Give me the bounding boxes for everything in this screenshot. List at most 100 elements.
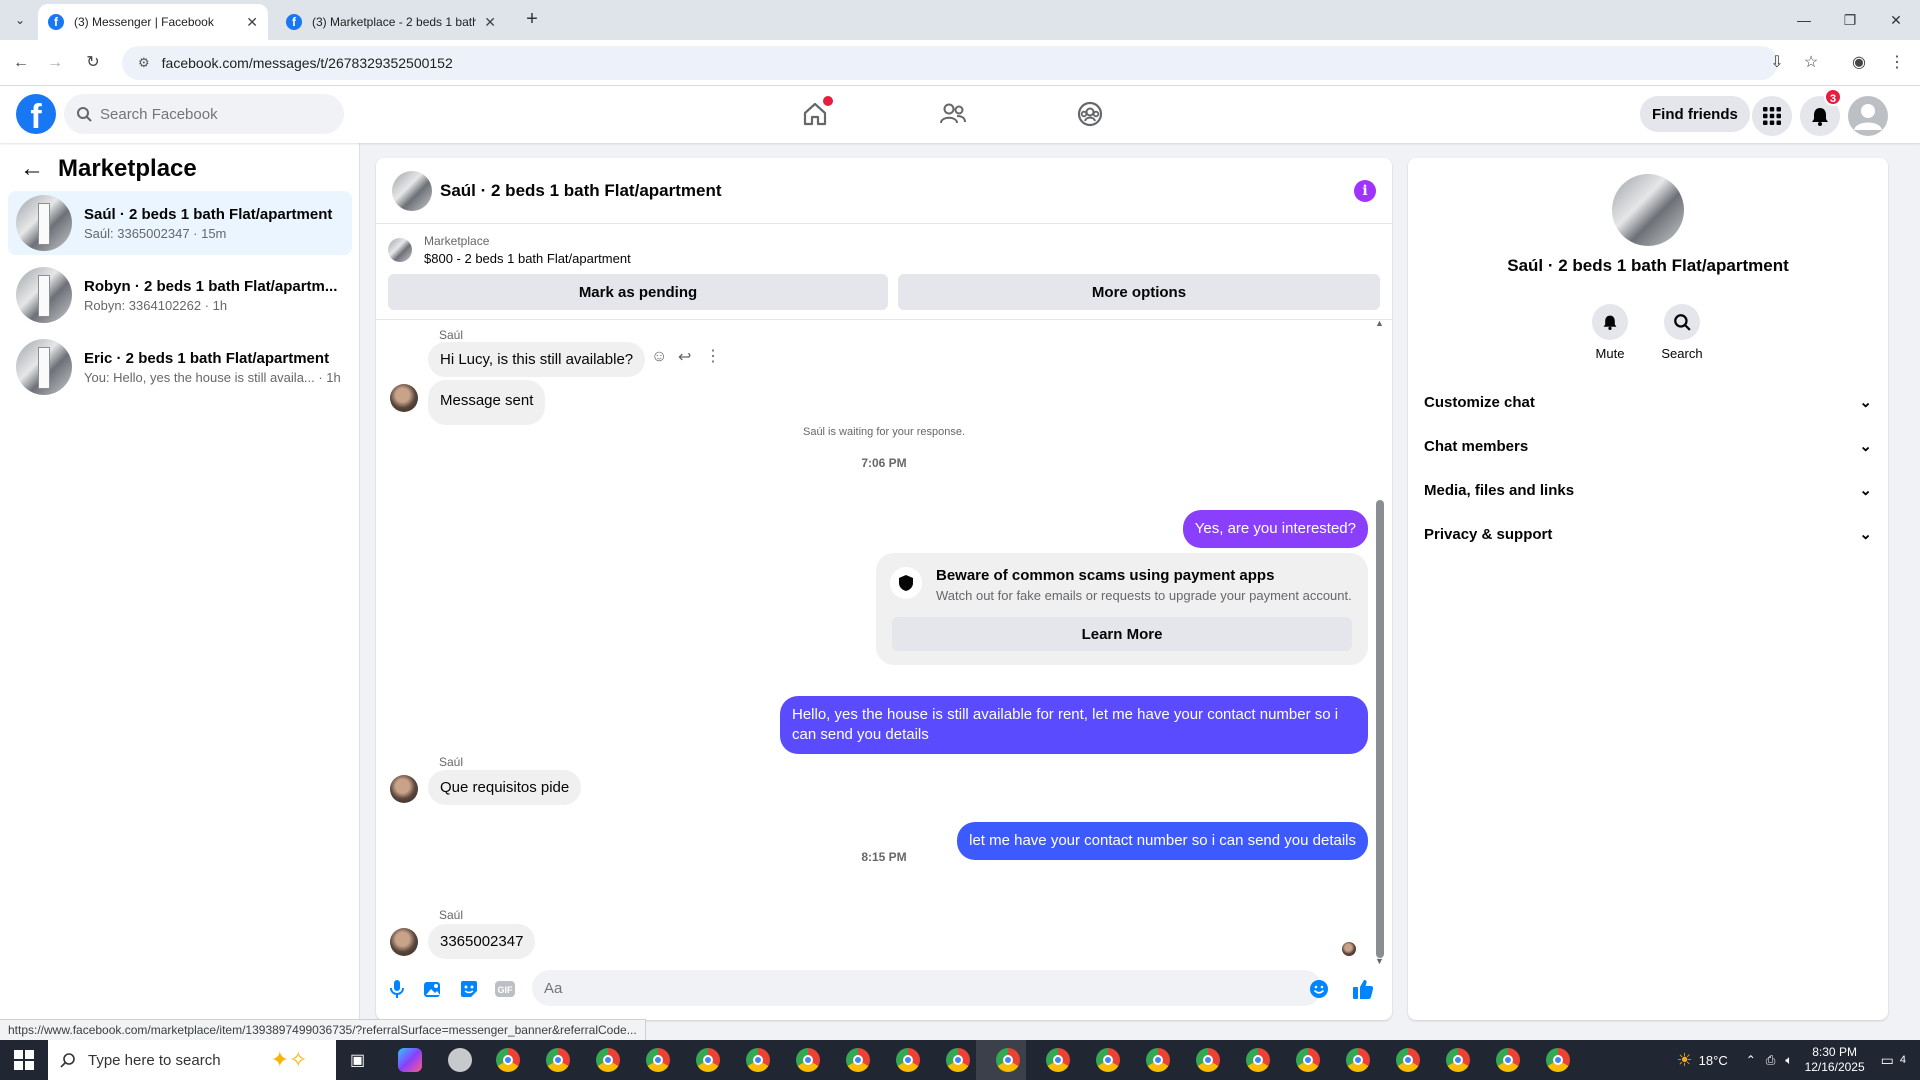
tray-chevron-icon[interactable]: ⌃ [1746,1053,1756,1067]
tab-search-chevron-icon[interactable]: ⌄ [10,10,30,30]
chrome-icon[interactable] [896,1048,920,1072]
chrome-icon[interactable] [596,1048,620,1072]
chrome-icon[interactable] [1396,1048,1420,1072]
new-tab-button[interactable]: + [520,8,544,32]
chrome-icon[interactable] [546,1048,570,1072]
sender-avatar[interactable] [390,775,418,803]
close-tab-icon[interactable]: ✕ [246,14,258,31]
bookmark-star-icon[interactable]: ☆ [1798,50,1824,76]
chrome-icon[interactable] [746,1048,770,1072]
tab-messenger[interactable]: f (3) Messenger | Facebook ✕ [38,4,268,40]
info-icon[interactable]: i [1354,180,1376,202]
scrollbar-thumb[interactable] [1376,500,1384,958]
facebook-search[interactable] [64,94,344,134]
facebook-logo[interactable]: f [16,94,56,136]
reply-icon[interactable]: ↩ [678,347,691,367]
more-options-button[interactable]: More options [898,274,1380,310]
windows-start-icon[interactable] [14,1050,34,1070]
tab-marketplace[interactable]: f (3) Marketplace - 2 beds 1 bath ✕ [276,4,506,40]
friends-nav-button[interactable] [933,94,973,134]
sender-avatar[interactable] [390,384,418,412]
react-icon[interactable]: ☺ [651,348,667,366]
copilot-icon[interactable] [398,1048,422,1072]
more-actions-icon[interactable]: ⋮ [705,346,721,366]
chrome-icon[interactable] [1146,1048,1170,1072]
notifications-button[interactable]: 3 [1800,88,1842,136]
chrome-icon[interactable] [1346,1048,1370,1072]
conversation-item-robyn[interactable]: Robyn · 2 beds 1 bath Flat/apartm... Rob… [8,263,352,327]
listing-value[interactable]: $800 - 2 beds 1 bath Flat/apartment [424,251,631,266]
back-arrow-icon[interactable]: ← [20,155,44,183]
outgoing-message[interactable]: Hello, yes the house is still available … [780,696,1368,754]
groups-nav-button[interactable] [1070,94,1110,134]
like-thumb-icon[interactable] [1352,978,1374,1000]
microphone-icon[interactable] [386,978,408,1000]
gif-icon[interactable]: GIF [494,978,516,1000]
home-nav-button[interactable] [795,94,835,134]
chrome-icon[interactable] [1196,1048,1220,1072]
back-icon[interactable]: ← [8,50,34,76]
chat-title[interactable]: Saúl · 2 beds 1 bath Flat/apartment [440,181,722,201]
section-chat-members[interactable]: Chat members ⌄ [1424,428,1872,464]
section-media-files-links[interactable]: Media, files and links ⌄ [1424,472,1872,508]
network-icon[interactable]: ⎙ [1766,1053,1776,1068]
weather-temp[interactable]: 18°C [1699,1053,1728,1068]
chrome-icon[interactable] [946,1048,970,1072]
menu-button[interactable] [1752,96,1792,136]
chrome-icon[interactable] [1296,1048,1320,1072]
chrome-icon[interactable] [646,1048,670,1072]
clock[interactable]: 8:30 PM 12/16/2025 [1805,1045,1865,1075]
app-icon[interactable] [448,1048,472,1072]
profile-icon[interactable]: ◉ [1846,50,1872,76]
search-input[interactable] [100,105,320,123]
install-app-icon[interactable]: ⇩ [1764,50,1790,76]
chrome-icon[interactable] [696,1048,720,1072]
site-info-icon[interactable]: ⚙ [138,55,150,71]
learn-more-button[interactable]: Learn More [892,617,1352,651]
incoming-message[interactable]: Que requisitos pide [428,770,582,805]
weather-icon[interactable]: ☀ [1677,1050,1693,1071]
reload-icon[interactable]: ↻ [80,50,106,76]
chat-scrollbar[interactable]: ▲ ▼ [1375,318,1384,966]
find-friends-button[interactable]: Find friends [1640,96,1750,132]
section-privacy-support[interactable]: Privacy & support ⌄ [1424,516,1872,552]
mute-button[interactable]: Mute [1580,304,1640,361]
incoming-message[interactable]: 3365002347 [428,924,536,959]
chrome-icon[interactable] [1546,1048,1570,1072]
mark-as-pending-button[interactable]: Mark as pending [388,274,888,310]
volume-icon[interactable]: 🔈︎ [1785,1053,1792,1068]
conversation-item-eric[interactable]: Eric · 2 beds 1 bath Flat/apartment You:… [8,335,352,399]
chrome-icon[interactable] [496,1048,520,1072]
close-tab-icon[interactable]: ✕ [484,14,496,31]
chrome-icon[interactable] [1096,1048,1120,1072]
search-in-chat-button[interactable]: Search [1652,304,1712,361]
minimize-icon[interactable]: — [1792,8,1816,32]
outgoing-message[interactable]: Yes, are you interested? [1182,510,1368,548]
url-field[interactable]: ⚙ facebook.com/messages/t/26783293525001… [122,46,1778,80]
details-avatar[interactable] [1612,174,1684,246]
chrome-icon[interactable] [1246,1048,1270,1072]
sticker-icon[interactable] [458,978,480,1000]
emoji-icon[interactable] [1308,978,1330,1000]
chrome-icon[interactable] [846,1048,870,1072]
notification-center-icon[interactable]: ▭ [1881,1052,1894,1069]
section-customize-chat[interactable]: Customize chat ⌄ [1424,384,1872,420]
forward-icon[interactable]: → [42,50,68,76]
incoming-message[interactable]: Hi Lucy, is this still available? [428,342,646,377]
message-input[interactable] [532,970,1322,1006]
browser-menu-icon[interactable]: ⋮ [1884,50,1910,76]
task-view-icon[interactable]: ▣ [350,1050,365,1070]
chrome-icon[interactable] [796,1048,820,1072]
chrome-icon[interactable] [1446,1048,1470,1072]
close-window-icon[interactable]: ✕ [1884,8,1908,32]
account-button[interactable] [1848,96,1888,136]
chat-avatar[interactable] [392,170,432,211]
chrome-icon[interactable] [1046,1048,1070,1072]
taskbar-search[interactable]: Type here to search ✦✧ [48,1040,336,1080]
chrome-icon[interactable] [996,1048,1020,1072]
photo-icon[interactable] [422,978,444,1000]
conversation-item-saul[interactable]: Saúl · 2 beds 1 bath Flat/apartment Saúl… [8,191,352,255]
scroll-up-icon[interactable]: ▲ [1375,318,1384,328]
restore-icon[interactable]: ❐ [1838,8,1862,32]
chrome-icon[interactable] [1496,1048,1520,1072]
